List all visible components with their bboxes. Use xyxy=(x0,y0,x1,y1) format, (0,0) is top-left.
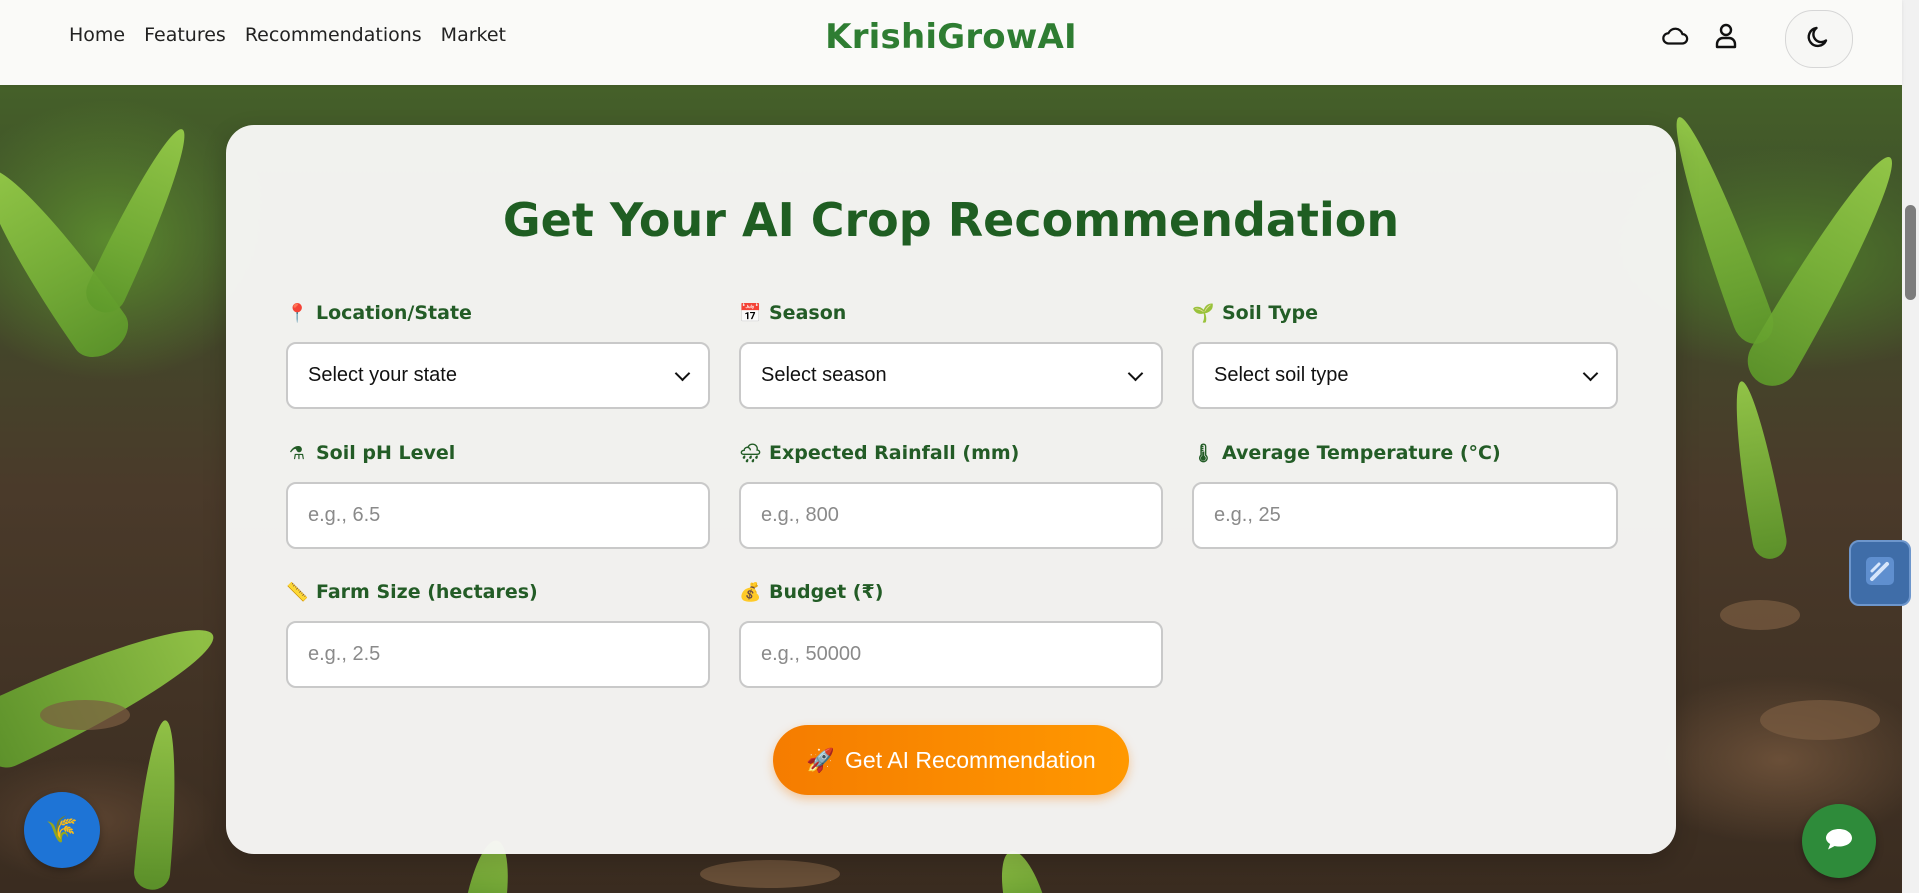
field-farm-size: 📏 Farm Size (hectares) e.g., 2.5 xyxy=(286,579,710,688)
season-select[interactable]: Select season xyxy=(739,342,1163,409)
chat-button[interactable] xyxy=(1802,804,1876,878)
season-label: Season xyxy=(769,302,847,324)
cloud-icon[interactable] xyxy=(1661,22,1689,50)
thermometer-icon: 🌡 xyxy=(1192,442,1215,464)
location-label: Location/State xyxy=(316,302,472,324)
side-extension-widget[interactable] xyxy=(1849,540,1911,606)
field-budget: 💰 Budget (₹) e.g., 50000 xyxy=(739,579,1163,688)
seedling-icon: 🌱 xyxy=(1192,302,1215,324)
soil-type-select[interactable]: Select soil type xyxy=(1192,342,1618,409)
money-bag-icon: 💰 xyxy=(739,581,762,603)
state-select[interactable]: Select your state xyxy=(286,342,710,409)
field-season: 📅 Season Select season xyxy=(739,300,1163,409)
moon-icon xyxy=(1806,24,1832,54)
scrollbar-thumb[interactable] xyxy=(1905,205,1916,300)
farm-size-input[interactable]: e.g., 2.5 xyxy=(286,621,710,688)
chevron-down-icon xyxy=(1582,365,1599,381)
form-title: Get Your AI Crop Recommendation xyxy=(502,193,1400,247)
soil-ph-input[interactable]: e.g., 6.5 xyxy=(286,482,710,549)
chevron-down-icon xyxy=(674,365,691,381)
recommendation-form-card: Get Your AI Crop Recommendation 📍 Locatio… xyxy=(226,125,1676,854)
field-soil-type: 🌱 Soil Type Select soil type xyxy=(1192,300,1618,409)
soil-type-label: Soil Type xyxy=(1222,302,1318,324)
page-scrollbar[interactable] xyxy=(1902,0,1919,893)
field-rainfall: 🌧 Expected Rainfall (mm) e.g., 800 xyxy=(739,440,1163,549)
farm-size-label: Farm Size (hectares) xyxy=(316,581,538,603)
get-recommendation-button[interactable]: 🚀 Get AI Recommendation xyxy=(773,725,1129,795)
crop-assistant-button[interactable]: 🌾 xyxy=(24,792,100,868)
chat-icon xyxy=(1824,826,1854,856)
field-location: 📍 Location/State Select your state xyxy=(286,300,710,409)
rainfall-label: Expected Rainfall (mm) xyxy=(769,442,1020,464)
rainfall-input[interactable]: e.g., 800 xyxy=(739,482,1163,549)
submit-label: Get AI Recommendation xyxy=(845,746,1096,773)
edit-pen-icon xyxy=(1863,554,1897,592)
flask-icon: ⚗ xyxy=(288,442,306,464)
budget-label: Budget (₹) xyxy=(769,581,884,603)
rain-cloud-icon: 🌧 xyxy=(739,442,762,464)
top-navbar: Home Features Recommendations Market Kri… xyxy=(0,0,1902,85)
pin-icon: 📍 xyxy=(286,302,309,324)
ruler-icon: 📏 xyxy=(286,581,309,603)
brand-logo[interactable]: KrishiGrowAI xyxy=(0,17,1902,57)
theme-toggle-button[interactable] xyxy=(1785,10,1853,68)
soil-ph-label: Soil pH Level xyxy=(316,442,456,464)
rocket-icon: 🚀 xyxy=(806,746,836,773)
chevron-down-icon xyxy=(1127,365,1144,381)
field-temperature: 🌡 Average Temperature (°C) e.g., 25 xyxy=(1192,440,1618,549)
temperature-label: Average Temperature (°C) xyxy=(1222,442,1501,464)
budget-input[interactable]: e.g., 50000 xyxy=(739,621,1163,688)
wheat-icon: 🌾 xyxy=(45,815,79,845)
temperature-input[interactable]: e.g., 25 xyxy=(1192,482,1618,549)
calendar-icon: 📅 xyxy=(739,302,762,324)
user-icon[interactable] xyxy=(1712,22,1740,50)
field-soil-ph: ⚗ Soil pH Level e.g., 6.5 xyxy=(286,440,710,549)
